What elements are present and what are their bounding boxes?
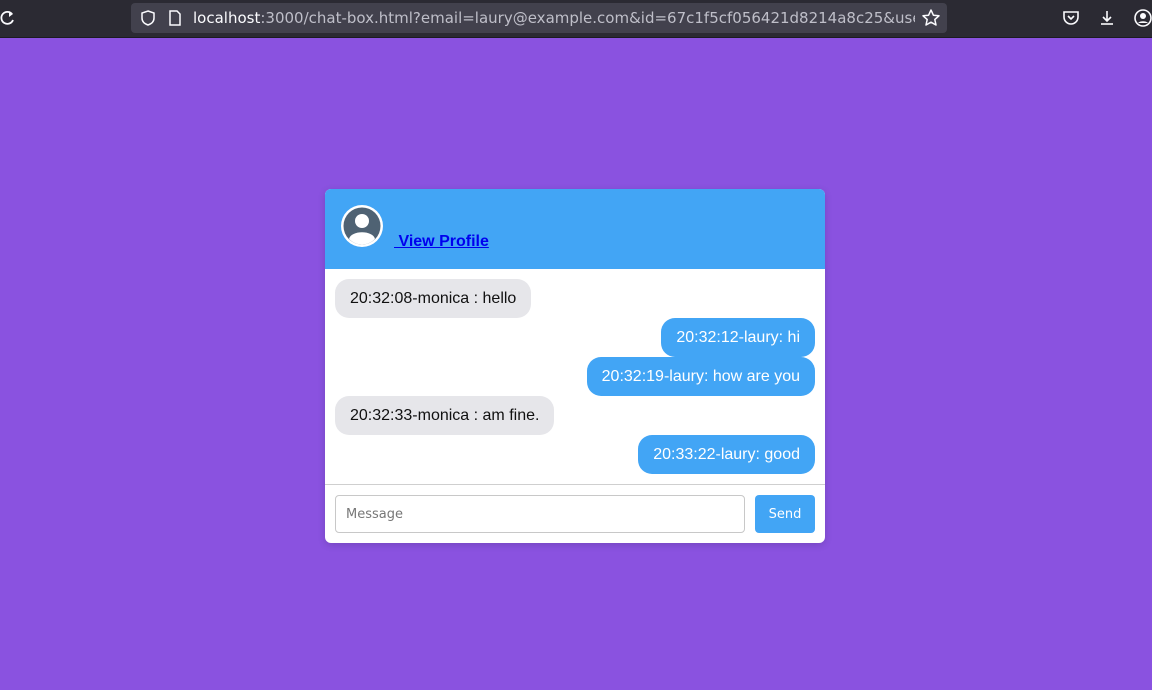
account-icon[interactable] [1133, 8, 1152, 28]
message-outgoing: 20:32:19-laury: how are you [586, 357, 815, 396]
send-button[interactable]: Send [755, 495, 815, 533]
message-incoming: 20:32:08-monica : hello [335, 279, 532, 318]
address-bar[interactable]: localhost:3000/chat-box.html?email=laury… [131, 3, 947, 33]
downloads-icon[interactable] [1097, 8, 1117, 28]
reload-icon[interactable] [0, 8, 16, 28]
chat-header: View Profile [325, 189, 825, 269]
pocket-icon[interactable] [1061, 8, 1081, 28]
url-path: :3000/chat-box.html?email=laury@example.… [260, 9, 915, 27]
bookmark-star-icon[interactable] [921, 8, 941, 28]
browser-toolbar: localhost:3000/chat-box.html?email=laury… [0, 0, 1152, 38]
message-input[interactable] [335, 495, 745, 533]
message-list: 20:32:08-monica : hello 20:32:12-laury: … [325, 269, 825, 484]
url-host: localhost [193, 9, 261, 27]
shield-icon[interactable] [139, 9, 157, 27]
message-outgoing: 20:33:22-laury: good [638, 435, 815, 474]
url-text[interactable]: localhost:3000/chat-box.html?email=laury… [193, 3, 915, 33]
avatar-icon [340, 204, 384, 248]
view-profile-link[interactable]: View Profile [394, 233, 488, 251]
chat-box: View Profile 20:32:08-monica : hello 20:… [325, 189, 825, 543]
page-info-icon[interactable] [167, 9, 183, 27]
message-outgoing: 20:32:12-laury: hi [661, 318, 815, 357]
message-incoming: 20:32:33-monica : am fine. [335, 396, 555, 435]
message-composer: Send [325, 484, 825, 543]
